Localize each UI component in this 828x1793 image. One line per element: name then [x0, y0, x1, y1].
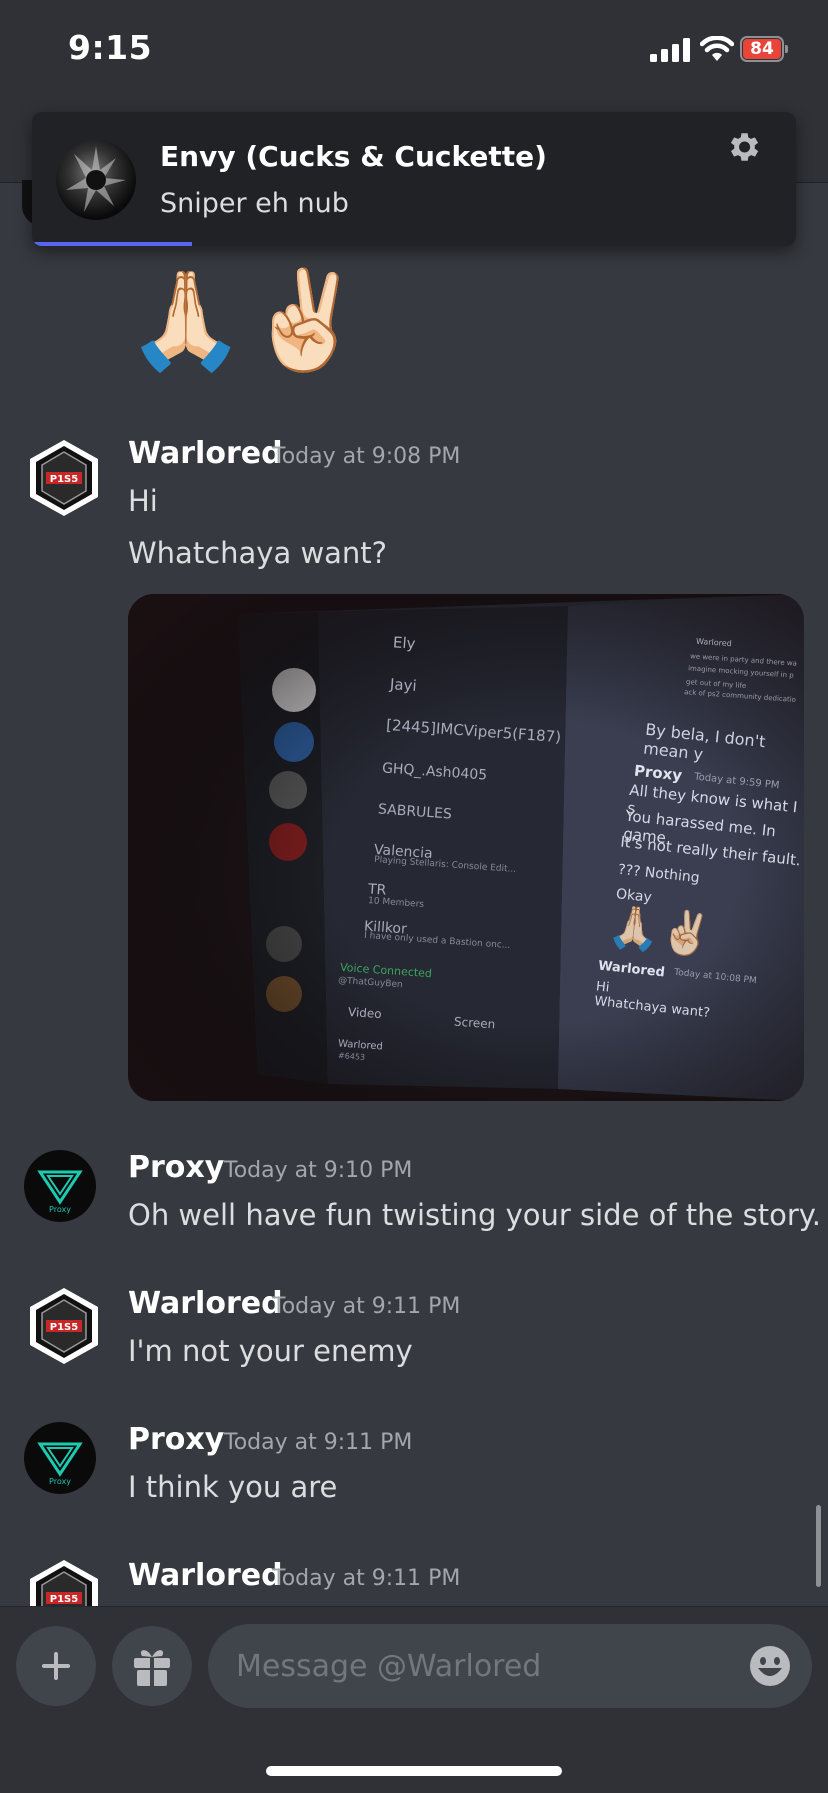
cellular-signal-icon	[650, 38, 690, 62]
message-text: I think you are	[128, 1470, 338, 1504]
message-timestamp: Today at 9:08 PM	[272, 444, 461, 469]
avatar[interactable]: Proxy	[24, 1422, 96, 1494]
message-text: Hi	[128, 484, 158, 518]
message-text: Whatchaya want?	[128, 536, 388, 570]
attachment-emoji: 🙏🏻✌🏻	[605, 900, 715, 961]
attachment-text: Jayi	[389, 675, 418, 695]
add-attachment-button[interactable]	[16, 1626, 96, 1706]
svg-text:P1S5: P1S5	[50, 1322, 78, 1333]
emoji-picker-icon[interactable]	[748, 1644, 792, 1688]
warlored-avatar-icon: P1S5	[30, 1560, 98, 1606]
message-timestamp: Today at 9:11 PM	[272, 1294, 461, 1319]
message-author[interactable]: Proxy	[128, 1150, 224, 1185]
notification-title: Envy (Cucks & Cuckette)	[160, 140, 547, 173]
notification-avatar	[56, 140, 136, 220]
message-author[interactable]: Warlored	[128, 436, 283, 471]
avatar[interactable]: P1S5	[28, 1286, 100, 1370]
message-timestamp: Today at 9:11 PM	[272, 1566, 461, 1591]
avatar[interactable]: Proxy	[24, 1150, 96, 1222]
proxy-avatar-icon: Proxy	[37, 1170, 83, 1214]
warlored-avatar-icon: P1S5	[30, 440, 98, 516]
svg-text:Proxy: Proxy	[49, 1477, 71, 1486]
message-text: Oh well have fun twisting your side of t…	[128, 1198, 821, 1232]
message-author[interactable]: Proxy	[128, 1422, 224, 1457]
status-time: 9:15	[68, 28, 153, 67]
svg-text:Proxy: Proxy	[49, 1205, 71, 1214]
battery-level: 84	[750, 39, 774, 59]
proxy-avatar-icon: Proxy	[37, 1442, 83, 1486]
gear-icon[interactable]	[724, 128, 762, 166]
plus-icon	[42, 1652, 70, 1680]
notification-body: Sniper eh nub	[160, 188, 349, 219]
image-attachment[interactable]: Ely Jayi [2445]IMCViper5(F187) GHQ_.Ash0…	[128, 594, 804, 1101]
notification-toast[interactable]: Envy (Cucks & Cuckette) Sniper eh nub	[32, 112, 796, 246]
message-author[interactable]: Warlored	[128, 1286, 283, 1321]
attachment-text: #6453	[337, 1051, 366, 1062]
svg-text:P1S5: P1S5	[50, 1594, 78, 1605]
battery-icon: 84	[740, 36, 788, 62]
message-timestamp: Today at 9:10 PM	[224, 1158, 413, 1183]
gift-button[interactable]	[112, 1626, 192, 1706]
attachment-text: Ely	[392, 633, 417, 653]
attachment-text: Video	[347, 1004, 383, 1022]
attachment-text: Hi	[595, 979, 611, 996]
gift-icon	[134, 1650, 170, 1686]
svg-text:P1S5: P1S5	[50, 474, 78, 485]
scrollbar[interactable]	[816, 1505, 821, 1587]
emoji-message: 🙏🏻✌🏻	[126, 264, 366, 376]
message-timestamp: Today at 9:11 PM	[224, 1430, 413, 1455]
avatar[interactable]: P1S5	[28, 1558, 100, 1606]
avatar[interactable]: P1S5	[28, 438, 100, 522]
wifi-icon	[700, 36, 734, 61]
attachment-text: Screen	[453, 1014, 496, 1032]
message-input[interactable]	[208, 1624, 812, 1708]
message-text: I'm not your enemy	[128, 1334, 413, 1368]
message-author[interactable]: Warlored	[128, 1558, 283, 1593]
notification-progress-bar	[32, 242, 192, 246]
warlored-avatar-icon: P1S5	[30, 1288, 98, 1364]
home-indicator[interactable]	[266, 1766, 562, 1776]
